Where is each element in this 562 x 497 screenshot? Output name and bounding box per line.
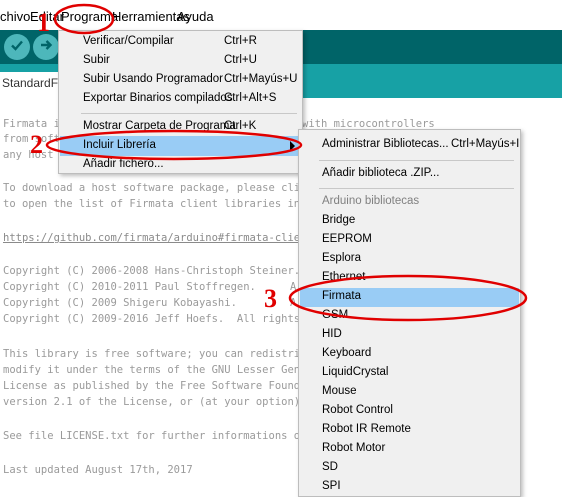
tab-standardfirmata[interactable]: StandardFirmata <box>0 72 60 98</box>
annotation-step-2: 2 <box>30 130 43 159</box>
code-line: version 2.1 of the License, or (at your … <box>3 396 301 408</box>
menu-separator <box>319 188 514 189</box>
menu-section-header: Arduino bibliotecas <box>322 195 420 207</box>
menu-archivo[interactable]: chivo <box>0 9 30 24</box>
library-item-esplora[interactable]: Esplora <box>300 250 519 269</box>
code-line: Copyright (C) 2009 Shigeru Kobayashi. <box>3 297 237 309</box>
library-item-gsm[interactable]: GSM <box>300 307 519 326</box>
menu-separator <box>81 113 297 114</box>
verify-button[interactable] <box>4 34 30 60</box>
menu-separator <box>319 160 514 161</box>
submenu-arrow-icon <box>290 141 295 151</box>
code-line: A <box>290 297 297 309</box>
library-item-robot-motor[interactable]: Robot Motor <box>300 440 519 459</box>
code-line: To download a host software package, ple… <box>3 182 307 194</box>
library-item-bridge[interactable]: Bridge <box>300 212 519 231</box>
code-line: This library is free software; you can r… <box>3 348 307 360</box>
menu-bar: chivo Editar Programa Herramientas Ayuda <box>0 0 562 30</box>
library-item-ethernet[interactable]: Ethernet <box>300 269 519 288</box>
programa-dropdown: Verificar/Compilar Ctrl+R Subir Ctrl+U S… <box>58 30 303 174</box>
library-item-liquidcrystal[interactable]: LiquidCrystal <box>300 364 519 383</box>
library-item-keyboard[interactable]: Keyboard <box>300 345 519 364</box>
menu-ayuda[interactable]: Ayuda <box>177 9 214 24</box>
arrow-right-icon <box>38 37 54 58</box>
tab-label: StandardFirmata <box>2 76 60 90</box>
menu-item-subir-programador[interactable]: Subir Usando Programador Ctrl+Mayús+U <box>60 70 301 90</box>
library-item-eeprom[interactable]: EEPROM <box>300 231 519 250</box>
library-item-sd[interactable]: SD <box>300 459 519 478</box>
menu-item-incluir-libreria[interactable]: Incluir Librería <box>60 136 301 156</box>
code-line: Copyright (C) 2009-2016 Jeff Hoefs. All … <box>3 313 301 325</box>
upload-button[interactable] <box>33 34 59 60</box>
menu-item-verificar[interactable]: Verificar/Compilar Ctrl+R <box>60 32 301 52</box>
code-line: See file LICENSE.txt for further informa… <box>3 430 307 442</box>
code-link[interactable]: https://github.com/firmata/arduino#firma… <box>3 232 300 244</box>
libreria-submenu: Administrar Bibliotecas... Ctrl+Mayús+I … <box>298 129 521 497</box>
code-line: any host <box>3 149 54 161</box>
code-line: to open the list of Firmata client libra… <box>3 198 301 210</box>
code-line: License as published by the Free Softwar… <box>3 380 307 392</box>
menu-programa[interactable]: Programa <box>61 9 118 24</box>
library-item-hid[interactable]: HID <box>300 326 519 345</box>
menu-item-anadir-zip[interactable]: Añadir biblioteca .ZIP... <box>300 165 519 184</box>
menu-item-anadir-fichero[interactable]: Añadir fichero... <box>60 155 301 175</box>
code-line: modify it under the terms of the GNU Les… <box>3 364 307 376</box>
code-line: Last updated August 17th, 2017 <box>3 464 193 476</box>
library-item-spi[interactable]: SPI <box>300 478 519 497</box>
menu-item-exportar[interactable]: Exportar Binarios compilados Ctrl+Alt+S <box>60 89 301 109</box>
library-item-firmata[interactable]: Firmata <box>300 288 519 307</box>
code-line: A <box>290 281 297 293</box>
checkmark-icon <box>9 37 25 58</box>
annotation-step-3: 3 <box>264 284 277 313</box>
library-item-mouse[interactable]: Mouse <box>300 383 519 402</box>
annotation-step-1: 1 <box>37 8 50 37</box>
code-line: Firmata i <box>3 118 60 130</box>
library-item-robot-ir-remote[interactable]: Robot IR Remote <box>300 421 519 440</box>
menu-item-administrar-bibliotecas[interactable]: Administrar Bibliotecas... Ctrl+Mayús+I <box>300 136 519 155</box>
menu-item-subir[interactable]: Subir Ctrl+U <box>60 51 301 71</box>
code-line: Copyright (C) 2006-2008 Hans-Christoph S… <box>3 265 301 277</box>
code-line: Copyright (C) 2010-2011 Paul Stoffregen. <box>3 281 256 293</box>
library-item-robot-control[interactable]: Robot Control <box>300 402 519 421</box>
menu-item-mostrar-carpeta[interactable]: Mostrar Carpeta de Programa Ctrl+K <box>60 117 301 137</box>
